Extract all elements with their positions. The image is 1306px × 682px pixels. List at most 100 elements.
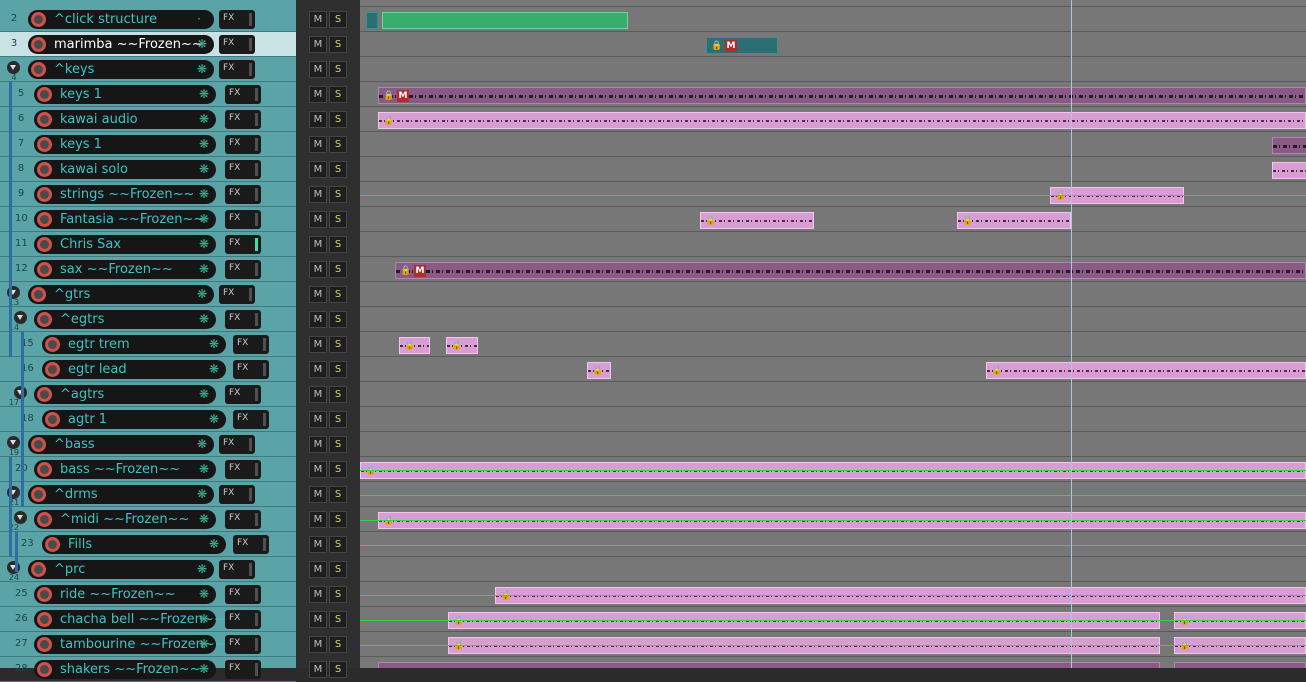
solo-button[interactable]: S	[329, 211, 347, 228]
track-row[interactable]: 2 ^click structure · FX	[0, 7, 296, 32]
solo-button[interactable]: S	[329, 636, 347, 653]
record-arm-icon[interactable]	[37, 512, 52, 527]
track-name-pill[interactable]: keys 1 ❋	[34, 85, 216, 104]
solo-button[interactable]: S	[329, 586, 347, 603]
record-arm-icon[interactable]	[37, 587, 52, 602]
record-arm-icon[interactable]	[37, 137, 52, 152]
fx-button[interactable]: FX	[225, 260, 261, 279]
track-name[interactable]: ^midi ~~Frozen~~	[60, 512, 189, 527]
folder-collapse-icon[interactable]	[14, 511, 27, 524]
track-row[interactable]: 26 chacha bell ~~Frozen~~ ❋ FX	[0, 607, 296, 632]
track-name-pill[interactable]: ^egtrs ❋	[34, 310, 216, 329]
record-arm-icon[interactable]	[37, 112, 52, 127]
record-arm-icon[interactable]	[31, 37, 46, 52]
media-item[interactable]: 🔒	[399, 337, 430, 354]
track-name[interactable]: keys 1	[60, 87, 102, 102]
media-item[interactable]: 🔒	[378, 112, 1306, 129]
mute-button[interactable]: M	[309, 111, 327, 128]
solo-button[interactable]: S	[329, 61, 347, 78]
media-item[interactable]	[366, 12, 378, 29]
record-arm-icon[interactable]	[37, 262, 52, 277]
track-name-pill[interactable]: kawai solo ❋	[34, 160, 216, 179]
solo-button[interactable]: S	[329, 436, 347, 453]
media-item[interactable]	[1174, 662, 1306, 668]
fx-button[interactable]: FX	[225, 585, 261, 604]
solo-button[interactable]: S	[329, 661, 347, 678]
record-arm-icon[interactable]	[31, 12, 46, 27]
record-arm-icon[interactable]	[31, 487, 46, 502]
record-arm-icon[interactable]	[37, 637, 52, 652]
fx-button[interactable]: FX	[219, 60, 255, 79]
fx-button[interactable]: FX	[219, 560, 255, 579]
record-arm-icon[interactable]	[45, 362, 60, 377]
track-row[interactable]: 11 Chris Sax ❋ FX	[0, 232, 296, 257]
media-item[interactable]: 🔒	[587, 362, 611, 379]
fx-button[interactable]: FX	[219, 435, 255, 454]
record-arm-icon[interactable]	[45, 412, 60, 427]
fx-button[interactable]: FX	[233, 335, 269, 354]
record-arm-icon[interactable]	[45, 537, 60, 552]
track-row[interactable]: 12 sax ~~Frozen~~ ❋ FX	[0, 257, 296, 282]
fx-button[interactable]: FX	[225, 310, 261, 329]
arrange-view[interactable]: 🔒 M 🔒 M 🔒 🔒 🔒 🔒 🔒 M 🔒 🔒 🔒 🔒 🔒 🔒 🔒 🔒 🔒 🔒 🔒	[360, 0, 1306, 668]
fx-button[interactable]: FX	[225, 635, 261, 654]
track-name-pill[interactable]: Fills ❋	[42, 535, 226, 554]
mute-button[interactable]: M	[309, 511, 327, 528]
track-row[interactable]: 16 egtr lead ❋ FX	[0, 357, 296, 382]
track-name-pill[interactable]: ^click structure ·	[28, 10, 214, 29]
solo-button[interactable]: S	[329, 311, 347, 328]
track-name-pill[interactable]: keys 1 ❋	[34, 135, 216, 154]
track-row[interactable]: 15 egtr trem ❋ FX	[0, 332, 296, 357]
folder-collapse-icon[interactable]	[7, 561, 20, 574]
media-item[interactable]	[1272, 137, 1306, 154]
track-row[interactable]: 28 shakers ~~Frozen~~ ❋ FX	[0, 657, 296, 682]
track-row[interactable]: 17 ^agtrs ❋ FX	[0, 382, 296, 407]
mute-button[interactable]: M	[309, 161, 327, 178]
record-arm-icon[interactable]	[31, 62, 46, 77]
solo-button[interactable]: S	[329, 361, 347, 378]
track-row[interactable]: 5 keys 1 ❋ FX	[0, 82, 296, 107]
solo-button[interactable]: S	[329, 486, 347, 503]
fx-button[interactable]: FX	[225, 460, 261, 479]
mute-button[interactable]: M	[309, 611, 327, 628]
solo-button[interactable]: S	[329, 136, 347, 153]
mute-button[interactable]: M	[309, 386, 327, 403]
media-item[interactable]: 🔒	[957, 212, 1071, 229]
mute-button[interactable]: M	[309, 311, 327, 328]
mute-button[interactable]: M	[309, 186, 327, 203]
track-name-pill[interactable]: marimba ~~Frozen~~ ❋	[28, 35, 214, 54]
track-name-pill[interactable]: ^gtrs ❋	[28, 285, 214, 304]
track-name[interactable]: Fills	[68, 537, 92, 552]
mute-button[interactable]: M	[309, 536, 327, 553]
track-name-pill[interactable]: bass ~~Frozen~~ ❋	[34, 460, 216, 479]
record-arm-icon[interactable]	[45, 337, 60, 352]
track-name-pill[interactable]: sax ~~Frozen~~ ❋	[34, 260, 216, 279]
record-arm-icon[interactable]	[37, 187, 52, 202]
fx-button[interactable]: FX	[219, 10, 255, 29]
track-name[interactable]: Fantasia ~~Frozen~~	[60, 212, 204, 227]
solo-button[interactable]: S	[329, 236, 347, 253]
record-arm-icon[interactable]	[37, 237, 52, 252]
track-name-pill[interactable]: egtr lead ❋	[42, 360, 226, 379]
track-name-pill[interactable]: ^agtrs ❋	[34, 385, 216, 404]
track-name-pill[interactable]: agtr 1 ❋	[42, 410, 226, 429]
mute-button[interactable]: M	[309, 636, 327, 653]
folder-collapse-icon[interactable]	[7, 436, 20, 449]
fx-button[interactable]: FX	[219, 35, 255, 54]
mute-button[interactable]: M	[309, 211, 327, 228]
solo-button[interactable]: S	[329, 36, 347, 53]
mute-button[interactable]: M	[309, 261, 327, 278]
track-name[interactable]: agtr 1	[68, 412, 107, 427]
fx-button[interactable]: FX	[219, 485, 255, 504]
mute-button[interactable]: M	[309, 436, 327, 453]
solo-button[interactable]: S	[329, 561, 347, 578]
record-arm-icon[interactable]	[37, 87, 52, 102]
track-row[interactable]: 10 Fantasia ~~Frozen~~ ❋ FX	[0, 207, 296, 232]
solo-button[interactable]: S	[329, 411, 347, 428]
fx-button[interactable]: FX	[225, 660, 261, 679]
track-row[interactable]: 20bass ~~Frozen~~❋FX	[0, 457, 296, 482]
solo-button[interactable]: S	[329, 286, 347, 303]
track-name-pill[interactable]: ^bass ❋	[28, 435, 214, 454]
fx-button[interactable]: FX	[225, 110, 261, 129]
fx-button[interactable]: FX	[225, 185, 261, 204]
